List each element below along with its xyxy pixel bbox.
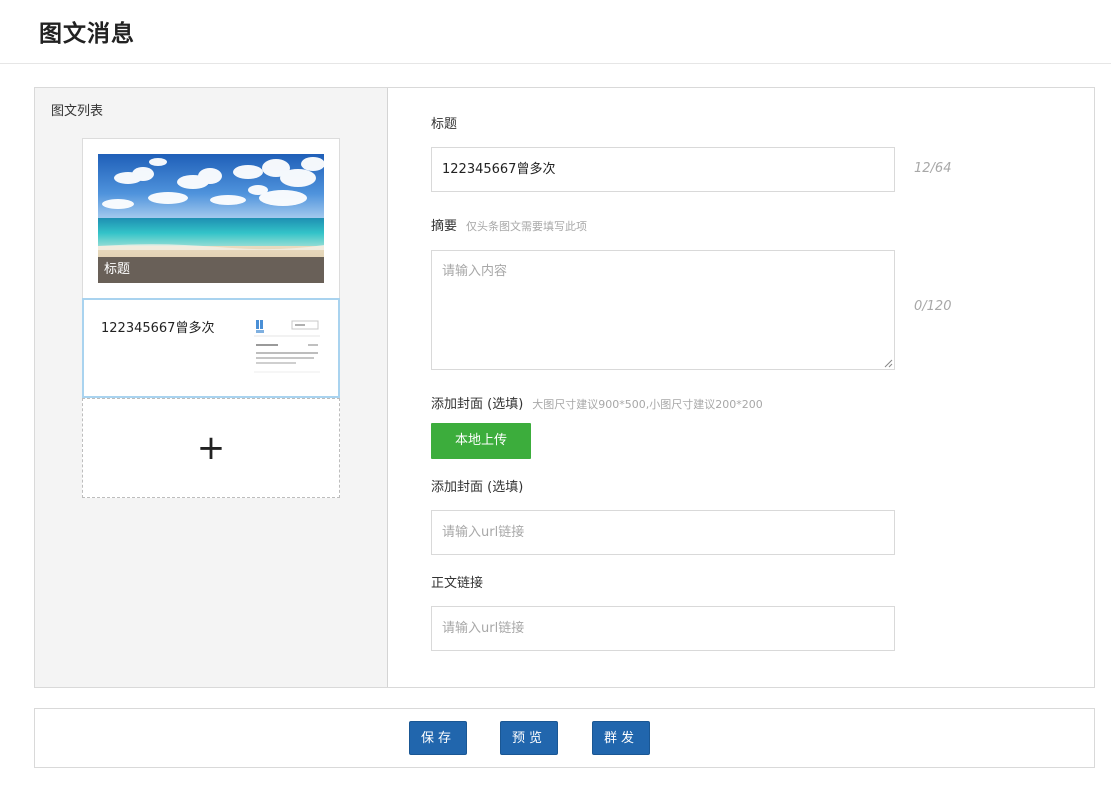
article-item-thumbnail [252, 316, 322, 382]
plus-icon: + [196, 428, 226, 468]
title-input[interactable]: 122345667曾多次 [431, 147, 895, 192]
summary-hint: 仅头条图文需要填写此项 [466, 220, 588, 233]
summary-textarea[interactable]: 请输入内容 [431, 250, 895, 370]
article-item-title: 122345667曾多次 [101, 321, 215, 336]
cover-label: 添加封面 (选填) [431, 397, 524, 412]
title-counter: 12/64 [914, 161, 952, 176]
page-title: 图文消息 [39, 21, 135, 47]
summary-counter: 0/120 [914, 299, 952, 314]
add-article-button[interactable]: + [82, 398, 340, 498]
cover-url-label: 添加封面 (选填) [431, 480, 524, 495]
cover-image: 标题 [98, 154, 324, 283]
news-editor: 图文列表 标题 122345667曾多次 + 标题 122345667曾多次 1… [34, 87, 1095, 688]
resize-grip-icon[interactable] [884, 359, 893, 368]
body-link-label: 正文链接 [431, 576, 484, 591]
article-list-item[interactable]: 122345667曾多次 [82, 298, 340, 398]
cover-label-row: 添加封面 (选填) 大图尺寸建议900*500,小图尺寸建议200*200 [431, 393, 763, 412]
page-header: 图文消息 [0, 0, 1111, 64]
publish-button[interactable]: 群发 [592, 721, 650, 755]
body-link-input[interactable]: 请输入url链接 [431, 606, 895, 651]
summary-label-row: 摘要 仅头条图文需要填写此项 [431, 215, 587, 234]
summary-placeholder: 请输入内容 [442, 264, 508, 279]
cover-hint: 大图尺寸建议900*500,小图尺寸建议200*200 [532, 398, 763, 411]
cover-url-input[interactable]: 请输入url链接 [431, 510, 895, 555]
summary-label: 摘要 [431, 219, 458, 234]
action-bar: 保存 预览 群发 [34, 708, 1095, 768]
cover-caption: 标题 [98, 257, 324, 283]
article-list-heading: 图文列表 [51, 104, 104, 119]
preview-button[interactable]: 预览 [500, 721, 558, 755]
article-form: 标题 122345667曾多次 12/64 摘要 仅头条图文需要填写此项 请输入内… [388, 88, 1094, 687]
article-list-panel: 图文列表 标题 122345667曾多次 + [35, 88, 388, 687]
save-button[interactable]: 保存 [409, 721, 467, 755]
cover-article-card[interactable]: 标题 [82, 138, 340, 299]
title-label: 标题 [431, 117, 458, 132]
local-upload-button[interactable]: 本地上传 [431, 423, 531, 459]
